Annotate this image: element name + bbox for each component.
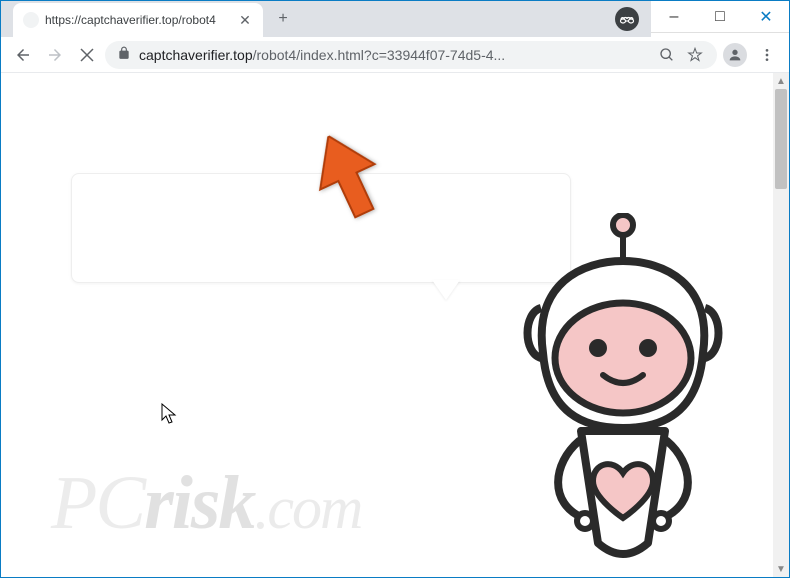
close-icon: ✕ <box>759 7 772 27</box>
robot-illustration <box>493 213 753 577</box>
watermark-pc: PC <box>51 461 144 545</box>
back-button[interactable] <box>9 41 37 69</box>
mouse-cursor-icon <box>161 403 177 430</box>
vertical-scrollbar[interactable]: ▲ ▼ <box>773 73 789 577</box>
minimize-button[interactable]: – <box>651 1 697 33</box>
browser-window: https://captchaverifier.top/robot4 ✕ + –… <box>0 0 790 578</box>
tab-title: https://captchaverifier.top/robot4 <box>45 13 231 27</box>
lock-icon <box>117 46 131 63</box>
plus-icon: + <box>278 10 287 28</box>
url-text: captchaverifier.top/robot4/index.html?c=… <box>139 47 649 63</box>
forward-arrow-icon <box>46 46 64 64</box>
page-content: PCrisk.com <box>1 73 773 577</box>
watermark: PCrisk.com <box>51 460 361 547</box>
maximize-button[interactable]: □ <box>697 1 743 33</box>
speech-bubble-tail <box>432 280 460 300</box>
omnibox[interactable]: captchaverifier.top/robot4/index.html?c=… <box>105 41 717 69</box>
tab-close-icon[interactable]: ✕ <box>237 12 253 28</box>
stop-icon <box>80 48 94 62</box>
back-arrow-icon <box>14 46 32 64</box>
tab-favicon <box>23 12 39 28</box>
scroll-down-icon[interactable]: ▼ <box>773 561 789 577</box>
watermark-risk: risk <box>144 461 254 545</box>
tab-strip: https://captchaverifier.top/robot4 ✕ + <box>1 1 651 37</box>
active-tab[interactable]: https://captchaverifier.top/robot4 ✕ <box>13 3 263 37</box>
close-button[interactable]: ✕ <box>743 1 789 33</box>
profile-button[interactable] <box>721 41 749 69</box>
minimize-icon: – <box>670 8 679 26</box>
watermark-com: .com <box>254 475 361 541</box>
menu-button[interactable] <box>753 41 781 69</box>
incognito-badge-icon <box>615 7 639 31</box>
scroll-up-icon[interactable]: ▲ <box>773 73 789 89</box>
avatar-icon <box>723 43 747 67</box>
star-icon[interactable] <box>685 45 705 65</box>
url-domain: captchaverifier.top <box>139 47 253 63</box>
stop-reload-button[interactable] <box>73 41 101 69</box>
maximize-icon: □ <box>715 8 725 26</box>
forward-button[interactable] <box>41 41 69 69</box>
kebab-icon <box>759 47 775 63</box>
new-tab-button[interactable]: + <box>269 5 297 33</box>
url-path: /robot4/index.html?c=33944f07-74d5-4... <box>253 47 506 63</box>
scrollbar-thumb[interactable] <box>775 89 787 189</box>
address-bar: captchaverifier.top/robot4/index.html?c=… <box>1 37 789 73</box>
search-icon[interactable] <box>657 45 677 65</box>
